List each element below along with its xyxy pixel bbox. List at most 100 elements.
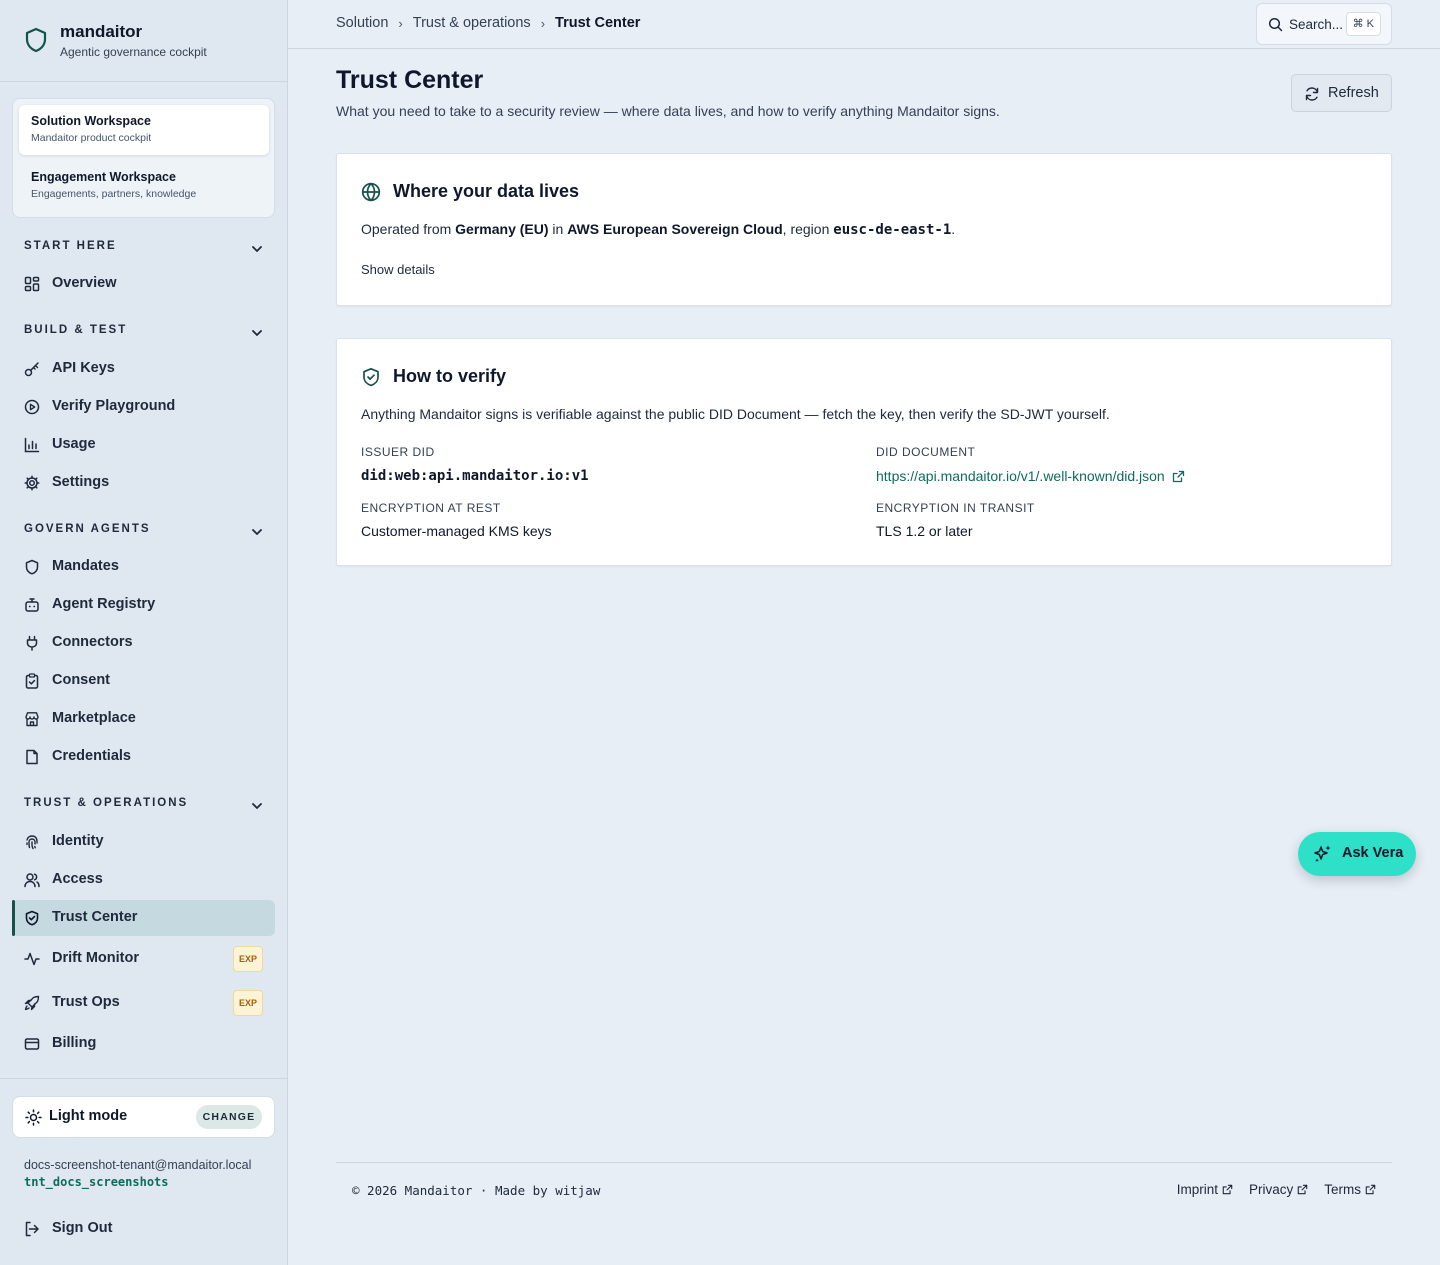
brand-header: mandaitor Agentic governance cockpit: [0, 0, 287, 82]
refresh-button[interactable]: Refresh: [1291, 74, 1392, 112]
text-period: .: [951, 221, 956, 237]
refresh-label: Refresh: [1328, 85, 1379, 101]
chevron-down-icon: [250, 799, 264, 813]
breadcrumb-solution[interactable]: Solution: [336, 15, 388, 31]
external-link-icon: [1222, 1184, 1233, 1195]
did-document-link[interactable]: https://api.mandaitor.io/v1/.well-known/…: [876, 468, 1185, 484]
footer-link-imprint[interactable]: Imprint: [1177, 1182, 1233, 1197]
footer-link-label: Imprint: [1176, 1182, 1218, 1197]
bar-chart-icon: [24, 437, 40, 453]
did-document-url: https://api.mandaitor.io/v1/.well-known/…: [876, 468, 1165, 484]
activity-icon: [24, 951, 40, 967]
card-title: How to verify: [393, 366, 507, 386]
top-bar: Solution › Trust & operations › Trust Ce…: [288, 0, 1440, 49]
fingerprint-icon: [24, 834, 40, 850]
footer-link-privacy[interactable]: Privacy: [1249, 1182, 1308, 1197]
sign-out-button[interactable]: Sign Out: [12, 1211, 275, 1247]
section-govern-agents[interactable]: GOVERN AGENTS: [24, 523, 264, 543]
breadcrumb-current: Trust Center: [555, 15, 641, 31]
sidebar-item-credentials[interactable]: Credentials: [12, 739, 275, 775]
sidebar-item-billing[interactable]: Billing: [12, 1026, 275, 1062]
bot-icon: [24, 597, 40, 613]
tenant-id: tnt_docs_screenshots: [24, 1175, 169, 1189]
verify-description: Anything Mandaitor signs is verifiable a…: [361, 406, 1110, 422]
external-link-icon: [1297, 1184, 1308, 1195]
sidebar-item-label: Agent Registry: [52, 596, 156, 612]
sidebar-item-access[interactable]: Access: [12, 862, 275, 898]
copyright: © 2026 Mandaitor · Made by witjaw: [352, 1183, 601, 1198]
section-title: BUILD & TEST: [24, 324, 128, 336]
page-subtitle: What you need to take to a security revi…: [336, 103, 1000, 119]
section-start-here[interactable]: START HERE: [24, 240, 264, 260]
plug-icon: [24, 635, 40, 651]
breadcrumb: Solution › Trust & operations › Trust Ce…: [336, 15, 640, 31]
data-location-text: Operated from Germany (EU) in AWS Europe…: [361, 221, 955, 238]
workspace-engagement[interactable]: Engagement Workspace Engagements, partne…: [19, 161, 269, 211]
ask-vera-button[interactable]: Ask Vera: [1298, 832, 1416, 876]
shield-check-icon: [361, 367, 381, 387]
text-operated-from: Operated from: [361, 221, 456, 237]
sidebar-item-overview[interactable]: Overview: [12, 266, 275, 302]
sidebar-item-label: Usage: [52, 436, 96, 452]
sidebar-item-label: Consent: [52, 672, 110, 688]
shield-check-icon: [24, 910, 40, 926]
external-link-icon: [1365, 1184, 1376, 1195]
shield-icon: [24, 559, 40, 575]
workspace-title: Engagement Workspace: [31, 170, 176, 184]
section-title: TRUST & OPERATIONS: [24, 797, 189, 809]
section-trust-operations[interactable]: TRUST & OPERATIONS: [24, 797, 264, 817]
sidebar-item-agent-registry[interactable]: Agent Registry: [12, 587, 275, 623]
globe-icon: [361, 182, 381, 202]
sidebar-item-marketplace[interactable]: Marketplace: [12, 701, 275, 737]
show-details-toggle[interactable]: Show details: [361, 262, 435, 277]
experimental-badge: EXP: [233, 946, 263, 972]
data-country: Germany (EU): [455, 221, 549, 237]
sidebar-item-usage[interactable]: Usage: [12, 427, 275, 463]
sidebar-item-label: API Keys: [52, 360, 115, 376]
sidebar-item-label: Access: [52, 871, 103, 887]
workspace-solution[interactable]: Solution Workspace Mandaitor product coc…: [19, 105, 269, 155]
search-shortcut: ⌘ K: [1345, 12, 1381, 36]
chevron-down-icon: [250, 242, 264, 256]
sidebar-item-connectors[interactable]: Connectors: [12, 625, 275, 661]
brand-name: mandaitor: [60, 22, 143, 41]
search-label: Search...: [1289, 17, 1344, 32]
sidebar-item-label: Drift Monitor: [52, 950, 139, 966]
breadcrumb-trust-operations[interactable]: Trust & operations: [413, 15, 531, 31]
ask-vera-label: Ask Vera: [1342, 845, 1404, 861]
change-theme-button[interactable]: CHANGE: [196, 1105, 262, 1129]
sidebar-item-drift-monitor[interactable]: Drift Monitor EXP: [12, 941, 275, 977]
experimental-badge: EXP: [233, 990, 263, 1016]
search-icon: [1268, 17, 1283, 32]
how-to-verify-card: How to verify Anything Mandaitor signs i…: [336, 338, 1392, 566]
footer-link-label: Terms: [1324, 1182, 1361, 1197]
sidebar-item-label: Mandates: [52, 558, 119, 574]
sidebar-item-trust-center[interactable]: Trust Center: [12, 900, 275, 936]
footer-link-terms[interactable]: Terms: [1324, 1182, 1376, 1197]
footer-link-label: Privacy: [1248, 1182, 1294, 1197]
brand-tagline: Agentic governance cockpit: [60, 45, 207, 59]
refresh-icon: [1304, 86, 1320, 102]
users-icon: [24, 872, 40, 888]
sidebar-item-api-keys[interactable]: API Keys: [12, 351, 275, 387]
sidebar-item-label: Identity: [52, 833, 104, 849]
sidebar-item-trust-ops[interactable]: Trust Ops EXP: [12, 985, 275, 1021]
issuer-did-label: ISSUER DID: [361, 445, 435, 459]
section-build-test[interactable]: BUILD & TEST: [24, 324, 264, 344]
sidebar-item-mandates[interactable]: Mandates: [12, 549, 275, 585]
clipboard-check-icon: [24, 673, 40, 689]
tenant-email: docs-screenshot-tenant@mandaitor.local: [24, 1158, 252, 1172]
sidebar-item-verify-playground[interactable]: Verify Playground: [12, 389, 275, 425]
search-button[interactable]: Search... ⌘ K: [1256, 3, 1392, 45]
external-link-icon: [1172, 470, 1185, 483]
sidebar-item-label: Trust Center: [52, 909, 138, 925]
sidebar-item-consent[interactable]: Consent: [12, 663, 275, 699]
gear-icon: [24, 475, 40, 491]
sidebar-item-identity[interactable]: Identity: [12, 824, 275, 860]
log-out-icon: [24, 1221, 40, 1237]
issuer-did-value: did:web:api.mandaitor.io:v1: [361, 468, 589, 484]
sidebar-item-settings[interactable]: Settings: [12, 465, 275, 501]
sidebar-item-label: Credentials: [52, 748, 131, 764]
text-region-prefix: , region: [782, 221, 834, 237]
play-circle-icon: [24, 399, 40, 415]
